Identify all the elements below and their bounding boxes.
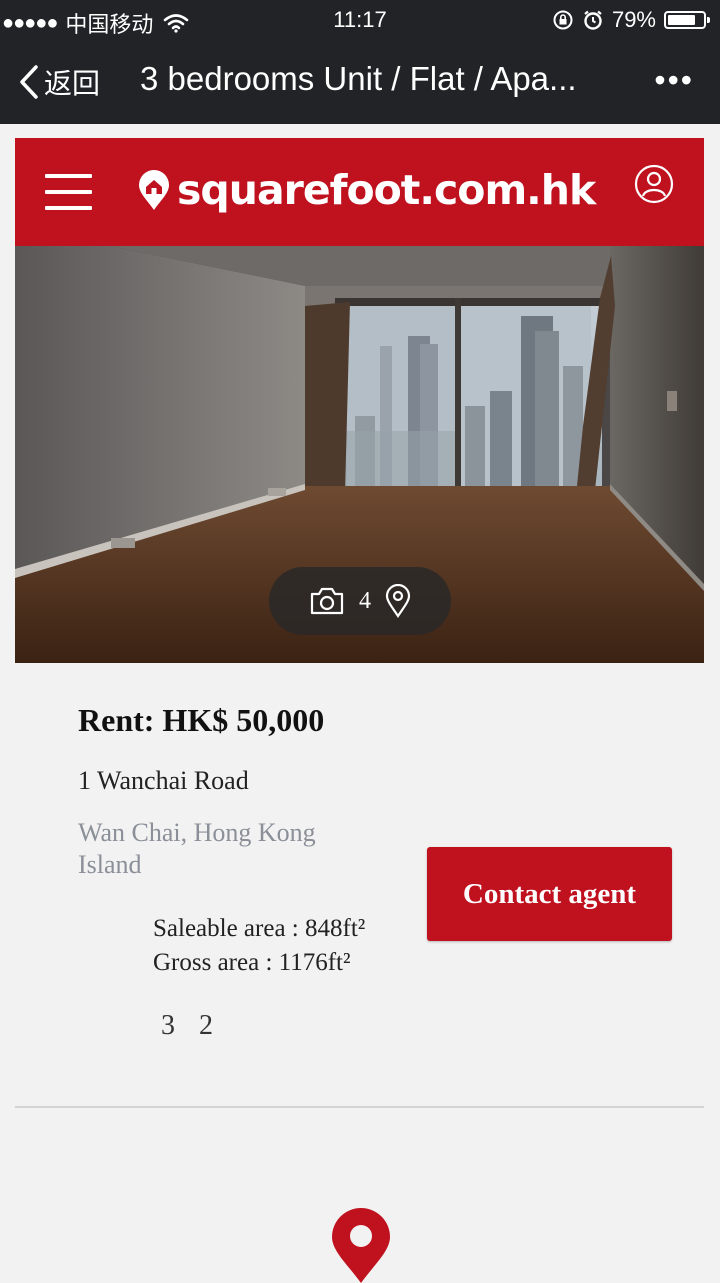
photo-count: 4 [359,587,371,614]
status-right: 79% [552,7,710,33]
battery-icon [664,11,710,29]
lock-rotation-icon [553,10,573,30]
bedroom-count: 3 [161,1010,175,1041]
logo-house-pin-icon [139,170,169,210]
section-divider [15,1106,704,1108]
back-button[interactable]: 返回 [18,62,100,102]
nav-bar: 返回 3 bedrooms Unit / Flat / Apa... ••• [0,40,720,124]
site-logo[interactable]: squarefoot.com.hk [137,166,596,214]
alarm-icon [584,10,602,30]
listing-address: 1 Wanchai Road [78,766,249,795]
battery-percent: 79% [611,7,656,32]
battery-fill [668,15,695,25]
brand-name: squarefoot.com.hk [177,166,596,214]
page-title: 3 bedrooms Unit / Flat / Apa... [140,60,577,97]
gallery-controls[interactable]: 4 [269,567,451,635]
rent-price: Rent: HK$ 50,000 [78,702,325,738]
listing-district: Wan Chai, Hong Kong Island [78,818,316,879]
contact-agent-button[interactable]: Contact agent [427,847,672,941]
room-counts: 3 2 [161,1010,213,1042]
bathroom-count: 2 [199,1010,213,1041]
status-bar: ●●●●● 中国移动 11:17 79% [0,0,720,40]
location-pin-icon[interactable] [385,584,411,618]
listing-photo[interactable]: 4 [15,246,704,663]
map-pin-icon[interactable] [330,1207,392,1283]
back-chevron-icon [20,65,38,99]
site-header: squarefoot.com.hk [15,138,704,246]
gross-area: Gross area : 1176ft² [153,949,351,976]
more-button[interactable]: ••• [654,62,694,99]
menu-icon[interactable] [45,174,92,210]
back-label: 返回 [44,68,101,99]
user-icon[interactable] [634,164,674,204]
camera-icon[interactable] [309,587,345,615]
saleable-area: Saleable area : 848ft² [153,915,366,942]
area-info: Saleable area : 848ft² Gross area : 1176… [153,912,365,980]
